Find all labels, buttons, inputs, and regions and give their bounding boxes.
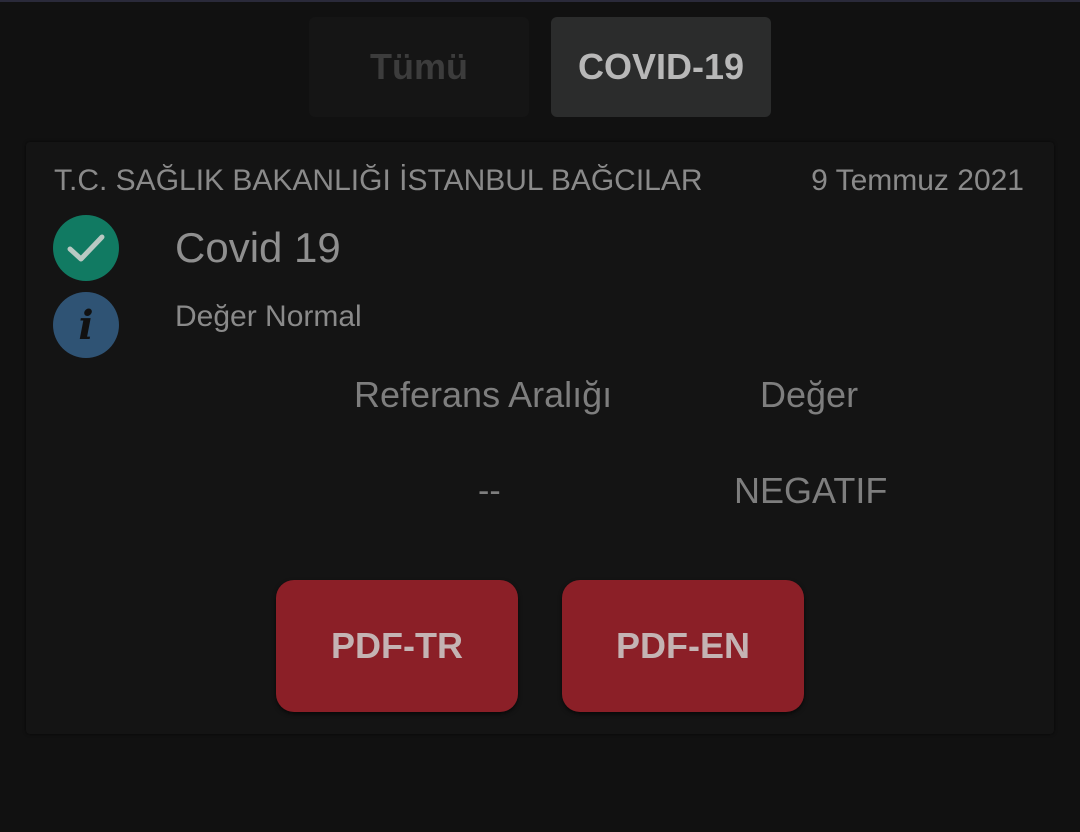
pdf-tr-button[interactable]: PDF-TR <box>276 580 518 712</box>
column-header-reference-range: Referans Aralığı <box>354 374 613 415</box>
status-bar-divider <box>0 0 1080 2</box>
check-icon <box>53 215 119 281</box>
institution-name: T.C. SAĞLIK BAKANLIĞI İSTANBUL BAĞCILAR <box>54 164 703 197</box>
test-result-card[interactable]: T.C. SAĞLIK BAKANLIĞI İSTANBUL BAĞCILAR … <box>26 142 1054 734</box>
column-header-value: Değer <box>760 374 859 415</box>
test-name: Covid 19 <box>175 224 341 271</box>
filter-tabs: Tümü COVID-19 <box>309 17 771 117</box>
tab-all[interactable]: Tümü <box>309 17 529 117</box>
info-icon[interactable]: i <box>53 292 119 358</box>
result-date: 9 Temmuz 2021 <box>811 164 1024 197</box>
reference-range-cell: -- <box>478 472 501 510</box>
tab-covid-19[interactable]: COVID-19 <box>551 17 771 117</box>
result-value-cell: NEGATIF <box>734 470 888 511</box>
pdf-en-button[interactable]: PDF-EN <box>562 580 804 712</box>
result-status-text: Değer Normal <box>175 300 362 333</box>
